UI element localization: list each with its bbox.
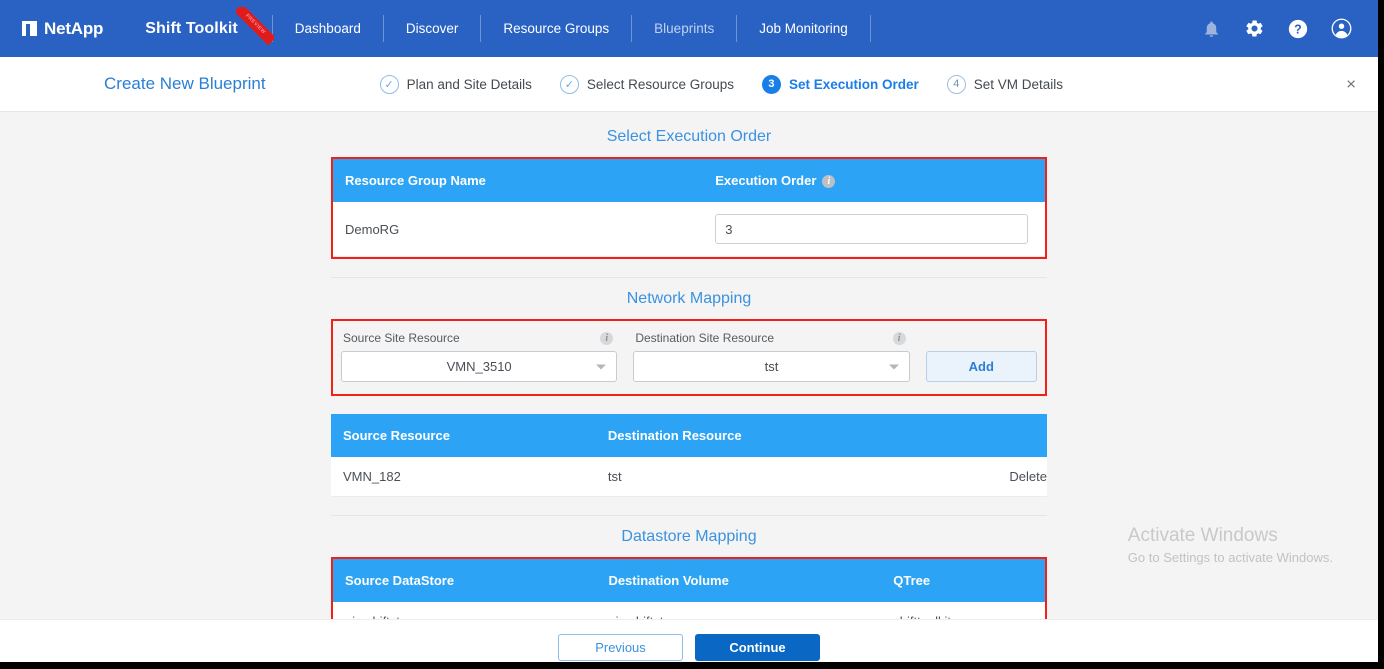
table-header-row: Source DataStore Destination Volume QTre… [333,559,1045,603]
column-header-source-resource: Source Resource [331,414,596,458]
preview-ribbon-icon: PREVIEW [235,6,274,45]
wizard-steps: ✓ Plan and Site Details ✓ Select Resourc… [366,74,1077,94]
destination-site-resource-select[interactable]: tst [633,351,910,383]
help-icon[interactable]: ? [1288,19,1308,39]
wizard-step-label: Plan and Site Details [406,76,532,92]
wizard-footer: Previous Continue [0,619,1378,662]
network-mapping-highlight: Source Site Resource i VMN_3510 Destinat… [331,319,1047,397]
add-button[interactable]: Add [925,351,1038,383]
table-row: nimshiftstage nimshiftstage shifttoolkit [333,602,1045,619]
gear-icon[interactable] [1244,18,1265,39]
netapp-mark-icon [22,21,37,36]
check-icon: ✓ [559,74,579,94]
cell-source-resource: VMN_182 [331,457,596,498]
account-icon[interactable] [1331,18,1352,39]
check-icon: ✓ [379,74,399,94]
table-header-row: Source Resource Destination Resource [331,414,1047,458]
watermark-subtitle: Go to Settings to activate Windows. [1127,550,1333,565]
nav-link-discover[interactable]: Discover [384,21,481,36]
source-site-resource-value: VMN_3510 [446,359,512,375]
table-row: DemoRG [333,202,1045,258]
cell-destination-volume: nimshiftstage [596,602,882,619]
datastore-mapping-table: Source DataStore Destination Volume QTre… [333,559,1045,619]
chevron-down-icon [596,364,607,370]
datastore-mapping-title: Datastore Mapping [621,528,757,546]
continue-button[interactable]: Continue [695,633,820,661]
windows-activation-watermark: Activate Windows Go to Settings to activ… [1128,524,1333,567]
wizard-step-set-vm-details[interactable]: 4 Set VM Details [933,74,1077,94]
nav-links: Dashboard Discover Resource Groups Bluep… [273,15,871,42]
destination-site-resource-label-row: Destination Site Resource i [633,331,909,351]
cell-qtree: shifttoolkit [881,602,1045,619]
execution-order-title: Select Execution Order [606,128,772,145]
step-number-badge: 3 [761,74,781,94]
chevron-down-icon [888,364,899,370]
wizard-step-label: Set VM Details [973,76,1064,92]
source-site-resource-label-row: Source Site Resource i [341,331,617,351]
main-content: Select Execution Order Resource Group Na… [0,112,1378,619]
column-header-destination-volume: Destination Volume [596,559,882,603]
wizard-step-select-resource-groups[interactable]: ✓ Select Resource Groups [546,74,748,94]
netapp-logo[interactable]: NetApp [22,19,103,39]
cell-destination-resource: tst [595,457,904,498]
info-icon[interactable]: i [892,331,906,345]
wizard-header: Create New Blueprint ✓ Plan and Site Det… [0,57,1378,112]
source-site-resource-field: Source Site Resource i VMN_3510 [341,331,618,383]
network-mapping-title: Network Mapping [626,290,752,308]
navbar-actions: ? [1202,0,1352,57]
datastore-mapping-highlight: Source DataStore Destination Volume QTre… [331,557,1047,619]
step-number-badge: 4 [946,74,966,94]
execution-order-input[interactable] [715,214,1029,245]
wizard-step-label: Set Execution Order [788,76,919,92]
wizard-step-label: Select Resource Groups [586,76,734,92]
nav-link-dashboard[interactable]: Dashboard [273,21,383,36]
network-mapping-panel: Source Site Resource i VMN_3510 Destinat… [333,321,1045,395]
brand-name: NetApp [44,18,104,38]
top-navbar: NetApp Shift Toolkit PREVIEW Dashboard D… [0,0,1378,57]
nav-link-job-monitoring[interactable]: Job Monitoring [737,21,870,36]
source-site-resource-select[interactable]: VMN_3510 [341,351,618,383]
product-title: Shift Toolkit [145,19,238,37]
column-header-execution-order: Execution Order i [703,159,1045,203]
bell-icon[interactable] [1202,19,1221,39]
cell-resource-group-name: DemoRG [333,202,704,258]
info-icon[interactable]: i [822,175,836,189]
watermark-title: Activate Windows [1127,525,1278,546]
column-header-destination-resource: Destination Resource [595,414,904,458]
column-header-resource-group-name: Resource Group Name [333,159,704,203]
network-mapping-table: Source Resource Destination Resource VMN… [331,414,1047,498]
close-icon[interactable]: × [1346,76,1356,93]
destination-site-resource-field: Destination Site Resource i tst [633,331,910,383]
nav-link-resource-groups[interactable]: Resource Groups [481,21,631,36]
column-header-source-datastore: Source DataStore [333,559,597,603]
wizard-step-plan-and-site-details[interactable]: ✓ Plan and Site Details [366,74,546,94]
svg-text:?: ? [1294,22,1302,36]
nav-divider [869,15,871,42]
destination-site-resource-label: Destination Site Resource [635,331,775,346]
product-title-wrap: Shift Toolkit PREVIEW [145,6,274,45]
previous-button[interactable]: Previous [558,633,683,661]
page-title: Create New Blueprint [104,74,266,93]
nav-link-blueprints[interactable]: Blueprints [632,21,736,36]
preview-ribbon-label: PREVIEW [235,6,274,45]
column-header-actions [903,414,1047,458]
source-site-resource-label: Source Site Resource [343,331,460,346]
column-header-label: Execution Order [715,173,817,188]
app-window: NetApp Shift Toolkit PREVIEW Dashboard D… [0,0,1384,669]
cell-source-datastore: nimshiftstage [333,602,597,619]
info-icon[interactable]: i [600,331,614,345]
delete-button[interactable]: Delete [903,457,1047,498]
destination-site-resource-value: tst [764,359,779,375]
content-inner: Select Execution Order Resource Group Na… [331,112,1047,619]
execution-order-table: Resource Group Name Execution Order i Dem… [333,159,1045,258]
column-header-qtree: QTree [881,559,1045,603]
wizard-step-set-execution-order[interactable]: 3 Set Execution Order [748,74,933,94]
cell-execution-order [703,202,1045,258]
table-header-row: Resource Group Name Execution Order i [333,159,1045,203]
execution-order-highlight: Resource Group Name Execution Order i Dem… [331,157,1047,260]
table-row: VMN_182 tst Delete [331,457,1047,498]
